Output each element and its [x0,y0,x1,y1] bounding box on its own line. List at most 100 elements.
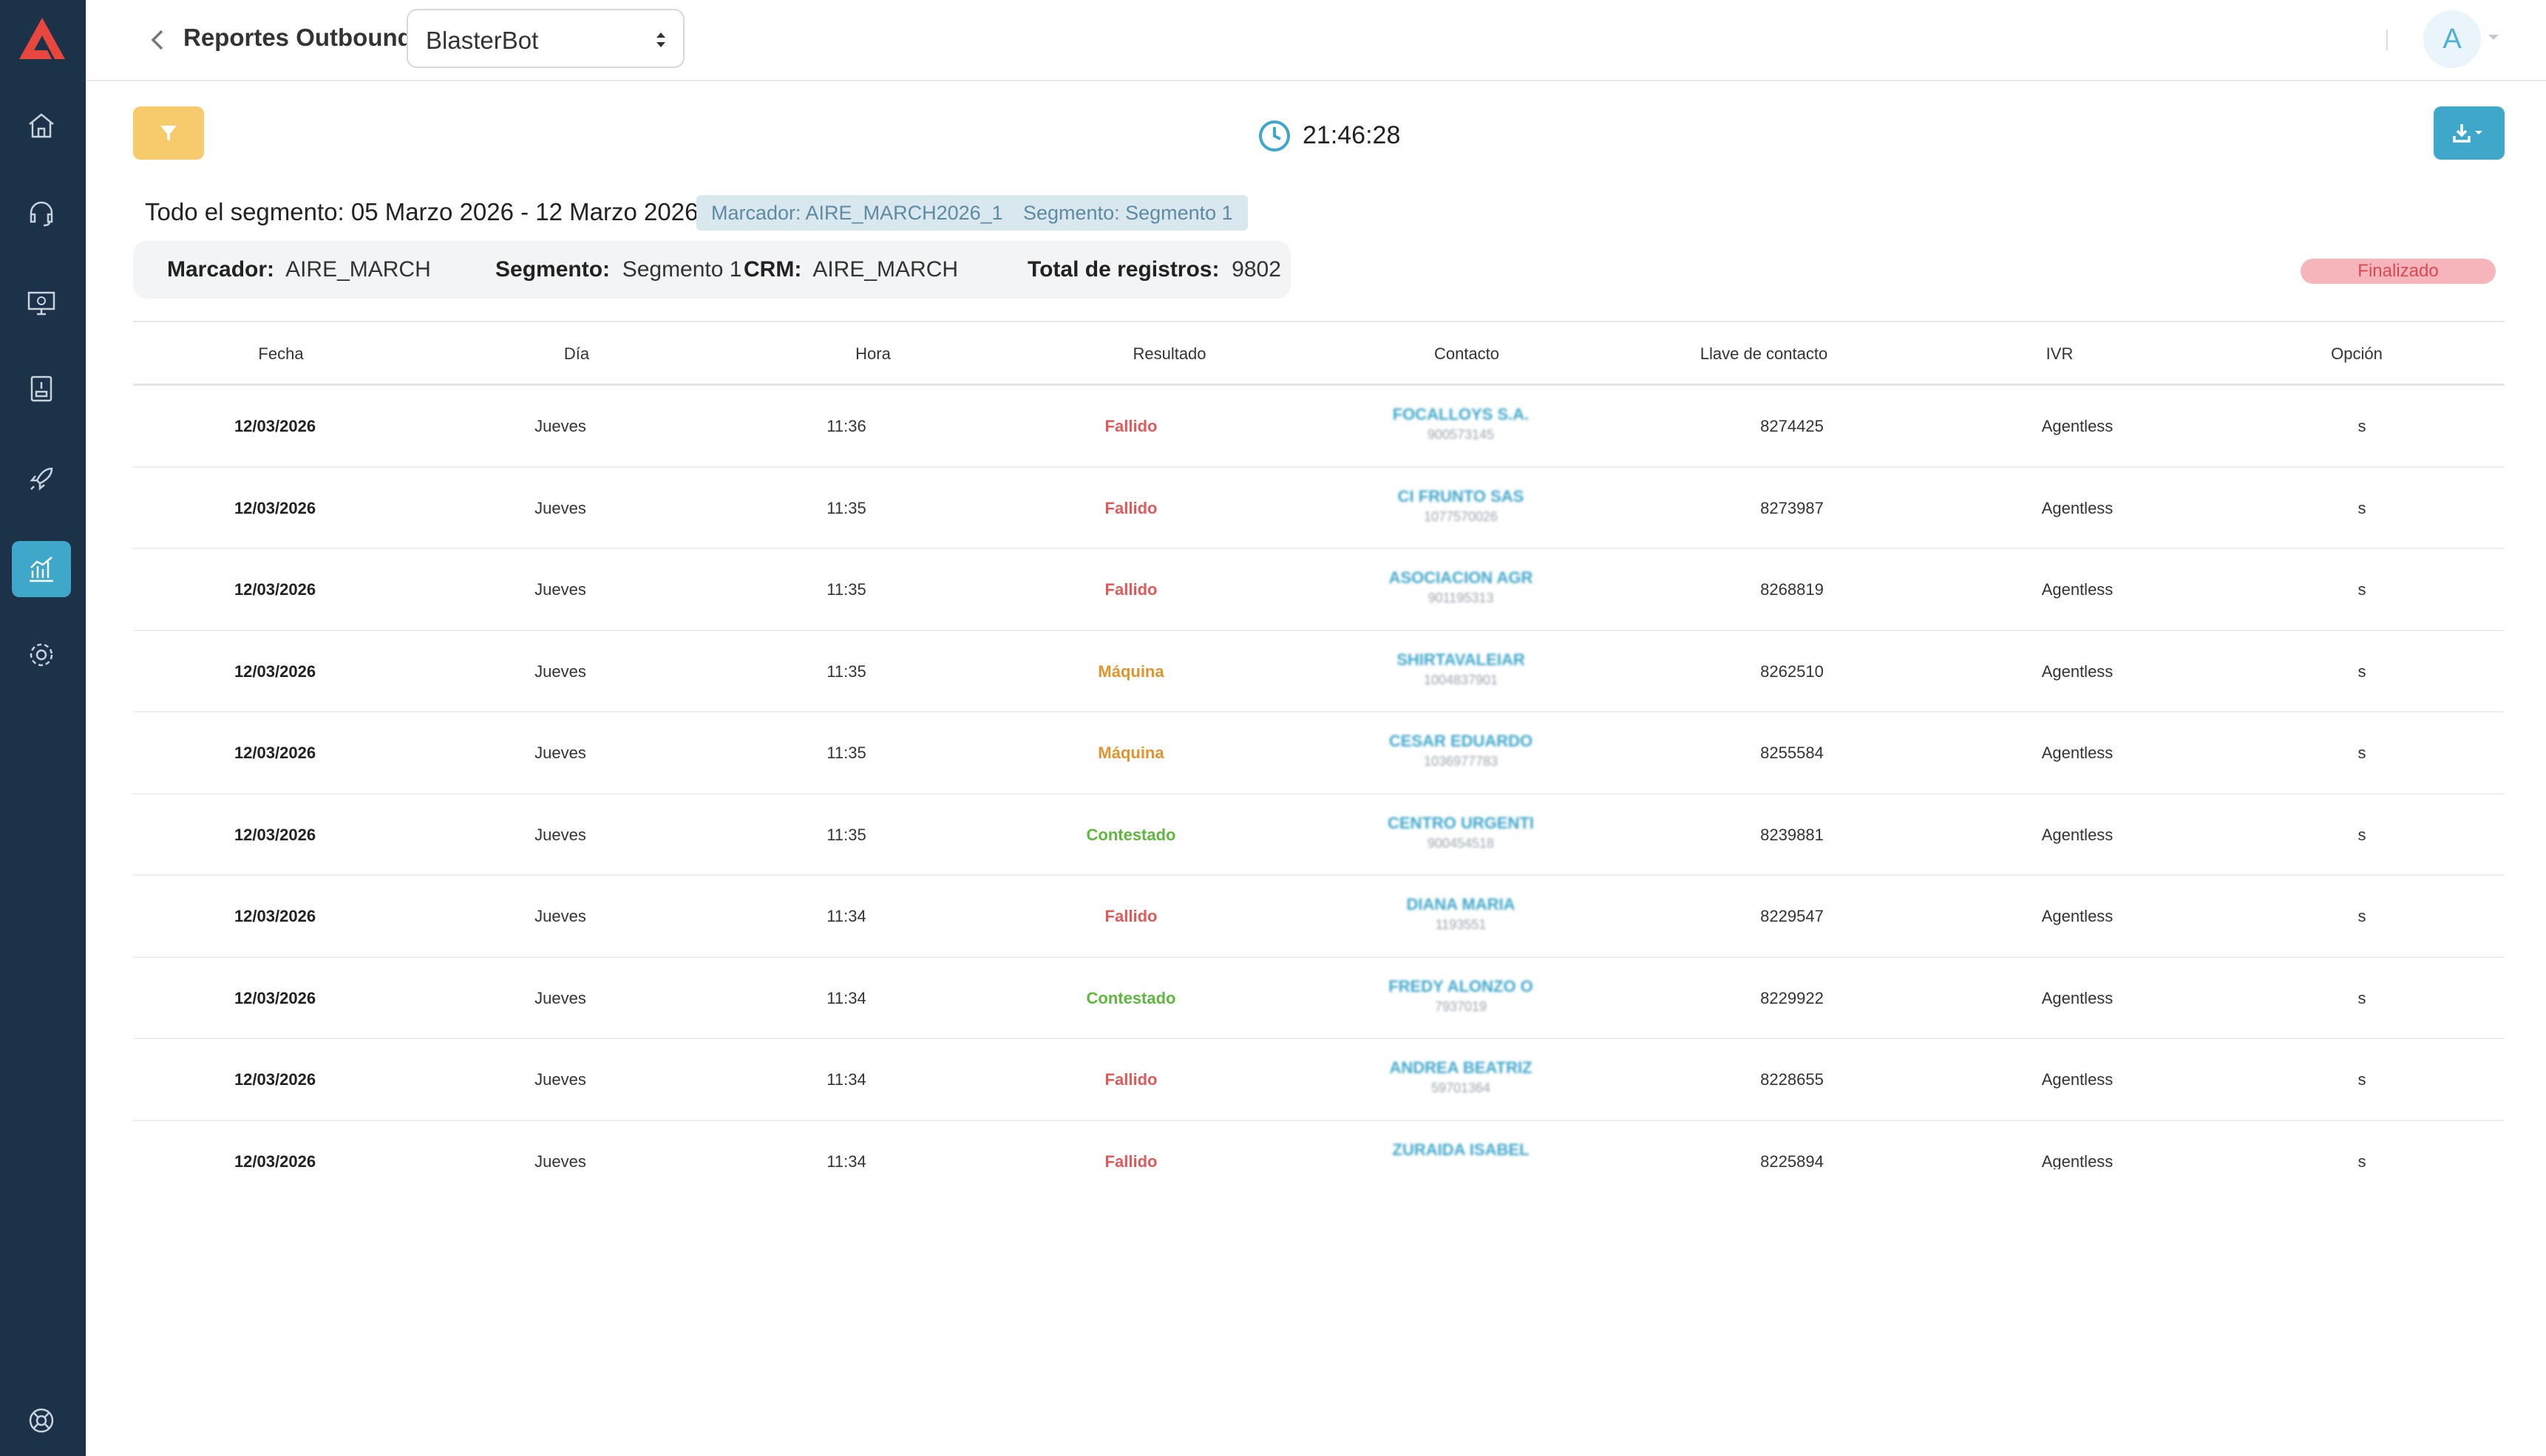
cell-llave: 8255584 [1760,744,1824,762]
cell-dia: Jueves [534,417,586,435]
chip-segmento: Segmento: Segmento 1 [1008,195,1248,231]
cell-opcion: s [2357,498,2366,517]
cell-hora: 11:35 [826,661,866,681]
cell-opcion: s [2357,661,2366,681]
sidebar-item-agents[interactable] [12,185,71,241]
cell-hora: 11:35 [826,825,866,844]
cell-dia: Jueves [534,498,586,517]
col-fecha[interactable]: Fecha [258,344,303,364]
cell-opcion: s [2357,907,2366,925]
cell-opcion: s [2357,1151,2366,1170]
cell-fecha: 12/03/2026 [234,580,316,599]
cell-resultado: Fallido [1104,580,1158,599]
col-hora[interactable]: Hora [855,344,891,364]
col-llave[interactable]: Llave de contacto [1700,344,1827,364]
headset-icon [30,201,53,227]
cell-opcion: s [2357,580,2366,599]
cell-ivr: Agentless [2041,825,2114,844]
filter-icon [160,126,177,141]
segment-title: Todo el segmento: 05 Marzo 2026 - 12 Mar… [145,198,699,225]
table-row[interactable]: 12/03/2026 Jueves 11:34 Fallido ZURAIDA ISAB… [133,1121,2505,1170]
contact-id: 900573145 [1427,427,1495,442]
sidebar-item-reports[interactable] [12,541,71,597]
summary-marcador-value: AIRE_MARCH [285,257,431,282]
cell-opcion: s [2357,417,2366,435]
cell-dia: Jueves [534,1151,586,1170]
table-row[interactable]: 12/03/2026 Jueves 11:35 Fallido CI FRUNTO SA… [133,468,2505,549]
cell-opcion: s [2357,825,2366,844]
contact-name: ZURAIDA ISABEL [1392,1140,1530,1159]
cell-contacto[interactable]: ANDREA BEATRIZ 59701364 [1389,1058,1532,1096]
col-opcion[interactable]: Opción [2331,344,2383,364]
filter-button[interactable] [133,106,204,160]
contact-name: CI FRUNTO SAS [1397,486,1524,506]
download-button[interactable] [2434,106,2505,160]
cell-resultado: Fallido [1104,1151,1158,1170]
sidebar-item-help[interactable] [12,1392,71,1449]
cell-ivr: Agentless [2041,907,2114,925]
sidebar-item-home[interactable] [12,98,71,154]
cell-contacto[interactable]: FREDY ALONZO O 7937019 [1388,977,1533,1015]
chip-marcador: Marcador: AIRE_MARCH2026_1 [696,195,1018,231]
cell-hora: 11:35 [826,498,866,517]
col-dia[interactable]: Día [564,344,589,364]
user-avatar[interactable]: A [2423,10,2481,68]
col-resultado[interactable]: Resultado [1133,344,1206,364]
cell-llave: 8239881 [1760,825,1824,844]
col-contacto[interactable]: Contacto [1434,344,1499,364]
sidebar-item-monitor[interactable] [12,275,71,331]
cell-contacto[interactable]: FOCALLOYS S.A. 900573145 [1393,405,1530,443]
contact-name: CESAR EDUARDO [1388,732,1533,750]
summary-bar: Marcador: AIRE_MARCH Segmento: Segmento … [133,241,1291,299]
bot-select-value: BlasterBot [426,27,539,54]
cell-dia: Jueves [534,988,586,1007]
sidebar-item-campaigns[interactable] [12,451,71,507]
cell-llave: 8274425 [1760,417,1824,435]
contact-name: SHIRTAVALEIAR [1396,650,1525,669]
clock-icon [1259,120,1290,152]
cell-fecha: 12/03/2026 [234,498,316,517]
table-row[interactable]: 12/03/2026 Jueves 11:35 Fallido ASOCIACION A… [133,549,2505,631]
cell-ivr: Agentless [2041,498,2114,517]
table-row[interactable]: 12/03/2026 Jueves 11:35 Máquina CESAR EDUARD… [133,712,2505,795]
top-header: Reportes Outbound: BlasterBot A [86,0,2546,81]
sidebar-item-inbox[interactable] [12,361,71,417]
cell-hora: 11:35 [826,744,866,762]
table-row[interactable]: 12/03/2026 Jueves 11:34 Fallido ANDREA BEATR… [133,1039,2505,1121]
cell-hora: 11:36 [826,417,866,435]
status-badge: Finalizado [2301,259,2496,284]
table-row[interactable]: 12/03/2026 Jueves 11:36 Fallido FOCALLOYS S.… [133,386,2505,468]
cell-contacto[interactable]: CENTRO URGENTI 900454518 [1388,814,1534,851]
cell-contacto[interactable]: CI FRUNTO SAS 1077570026 [1398,487,1524,525]
cell-resultado: Contestado [1086,988,1176,1007]
contact-name: CENTRO URGENTI [1388,813,1534,832]
cell-contacto[interactable]: ASOCIACION AGR 901195313 [1389,568,1533,606]
cell-contacto[interactable]: ZURAIDA ISABEL [1393,1140,1530,1163]
back-arrow-icon[interactable] [143,25,173,55]
cell-hora: 11:34 [826,907,866,925]
cell-resultado: Máquina [1098,744,1164,762]
cell-ivr: Agentless [2041,1151,2114,1170]
table-row[interactable]: 12/03/2026 Jueves 11:34 Fallido DIANA MARIA 1… [133,876,2505,958]
cell-llave: 8228655 [1760,1070,1824,1089]
table-body: 12/03/2026 Jueves 11:36 Fallido FOCALLOYS S.… [133,386,2505,1169]
contact-name: ASOCIACION AGR [1388,568,1533,587]
cell-contacto[interactable]: CESAR EDUARDO 1036977783 [1389,732,1532,769]
contact-id: 1077570026 [1423,508,1498,524]
cell-ivr: Agentless [2041,744,2114,762]
contact-name: FREDY ALONZO O [1388,976,1533,996]
contact-id: 1036977783 [1423,754,1498,769]
cell-contacto[interactable]: DIANA MARIA 1193551 [1406,895,1515,933]
cell-dia: Jueves [534,744,586,762]
contact-name: ANDREA BEATRIZ [1389,1058,1532,1077]
table-row[interactable]: 12/03/2026 Jueves 11:35 Máquina SHIRTAVALEIA… [133,631,2505,712]
table-row[interactable]: 12/03/2026 Jueves 11:35 Contestado CENTRO UR… [133,795,2505,876]
cell-fecha: 12/03/2026 [234,417,316,435]
chevron-down-icon[interactable] [2487,33,2500,41]
app-logo[interactable] [16,15,68,62]
sidebar-item-settings[interactable] [12,627,71,683]
table-row[interactable]: 12/03/2026 Jueves 11:34 Contestado FREDY ALO… [133,958,2505,1039]
bot-select[interactable]: BlasterBot [407,9,685,68]
cell-contacto[interactable]: SHIRTAVALEIAR 1004837901 [1396,650,1525,688]
col-ivr[interactable]: IVR [2046,344,2074,364]
